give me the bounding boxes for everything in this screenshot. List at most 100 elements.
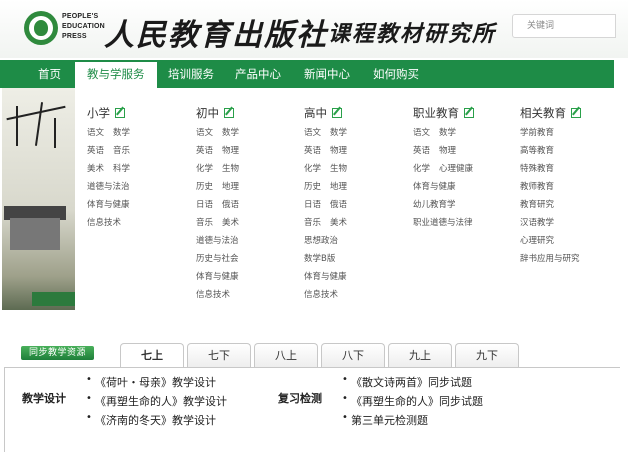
subject-link[interactable]: 日语	[304, 198, 321, 210]
subject-link[interactable]: 数学	[222, 126, 239, 138]
subject-link[interactable]: 物理	[330, 144, 347, 156]
column-title[interactable]: 相关教育	[520, 105, 581, 121]
section-label-teaching-design: 教学设计	[22, 392, 66, 405]
subject-link[interactable]: 音乐	[113, 144, 130, 156]
subject-link[interactable]: 俄语	[330, 198, 347, 210]
subject-link[interactable]: 教师教育	[520, 180, 554, 192]
subject-link[interactable]: 信息技术	[87, 216, 121, 228]
subject-link[interactable]: 美术	[87, 162, 104, 174]
resource-link[interactable]: 《散文诗两首》同步试题	[342, 374, 472, 390]
subject-link[interactable]: 生物	[330, 162, 347, 174]
column-title[interactable]: 初中	[196, 105, 234, 121]
subject-link[interactable]: 数学	[113, 126, 130, 138]
subject-link[interactable]: 心理健康	[439, 162, 473, 174]
subject-link[interactable]: 历史	[196, 180, 213, 192]
subject-link[interactable]: 数学	[439, 126, 456, 138]
subject-link[interactable]: 物理	[222, 144, 239, 156]
subject-row: 信息技术	[304, 288, 338, 300]
subject-link[interactable]: 体育与健康	[196, 270, 239, 282]
column-title[interactable]: 高中	[304, 105, 342, 121]
subject-link[interactable]: 体育与健康	[304, 270, 347, 282]
subject-link[interactable]: 地理	[222, 180, 239, 192]
tab-grade-7-first[interactable]: 七上	[120, 343, 184, 369]
nav-item-home[interactable]: 首页	[38, 60, 61, 88]
subject-link[interactable]: 语文	[87, 126, 104, 138]
resource-link[interactable]: 《再塑生命的人》教学设计	[86, 393, 227, 409]
subject-link[interactable]: 数学	[330, 126, 347, 138]
brand-name[interactable]: 人民教育出版社	[104, 10, 328, 54]
search-input[interactable]: 关键词	[512, 14, 616, 38]
subject-row: 道德与法治	[87, 180, 130, 192]
pep-logo-icon[interactable]	[24, 11, 58, 45]
tab-grade-7-second[interactable]: 七下	[187, 343, 251, 368]
subject-link[interactable]: 体育与健康	[413, 180, 456, 192]
subject-link[interactable]: 英语	[196, 144, 213, 156]
subject-link[interactable]: 美术	[222, 216, 239, 228]
nav-item-training[interactable]: 培训服务	[168, 60, 214, 88]
subject-link[interactable]: 历史与社会	[196, 252, 239, 264]
resource-link[interactable]: 《济南的冬天》教学设计	[86, 412, 216, 428]
subject-link[interactable]: 英语	[304, 144, 321, 156]
subject-link[interactable]: 化学	[413, 162, 430, 174]
subject-row: 美术 科学	[87, 162, 130, 174]
subject-link[interactable]: 科学	[113, 162, 130, 174]
subject-link[interactable]: 教育研究	[520, 198, 554, 210]
resource-link[interactable]: 《再塑生命的人》同步试题	[342, 393, 483, 409]
subject-link[interactable]: 道德与法治	[196, 234, 239, 246]
resource-link[interactable]: 第三单元检测题	[342, 412, 428, 428]
subject-row: 历史 地理	[196, 180, 239, 192]
subject-link[interactable]: 历史	[304, 180, 321, 192]
subject-link[interactable]: 心理研究	[520, 234, 554, 246]
subject-row: 数学B版	[304, 252, 335, 264]
subject-link[interactable]: 数学B版	[304, 252, 335, 264]
subject-link[interactable]: 汉语教学	[520, 216, 554, 228]
subject-link[interactable]: 幼儿教育学	[413, 198, 456, 210]
subject-link[interactable]: 辞书应用与研究	[520, 252, 580, 264]
subject-link[interactable]: 语文	[304, 126, 321, 138]
subject-link[interactable]: 信息技术	[304, 288, 338, 300]
tab-grade-8-first[interactable]: 八上	[254, 343, 318, 368]
subject-row: 音乐 美术	[196, 216, 239, 228]
subject-row: 学前教育	[520, 126, 554, 138]
subject-row: 教师教育	[520, 180, 554, 192]
subject-link[interactable]: 特殊教育	[520, 162, 554, 174]
subject-link[interactable]: 美术	[330, 216, 347, 228]
subject-link[interactable]: 音乐	[304, 216, 321, 228]
tab-grade-8-second[interactable]: 八下	[321, 343, 385, 368]
subject-link[interactable]: 道德与法治	[87, 180, 130, 192]
subject-link[interactable]: 体育与健康	[87, 198, 130, 210]
subject-link[interactable]: 英语	[413, 144, 430, 156]
column-title-label: 小学	[87, 106, 110, 120]
subject-row: 日语 俄语	[196, 198, 239, 210]
subject-link[interactable]: 俄语	[222, 198, 239, 210]
subject-link[interactable]: 职业道德与法律	[413, 216, 473, 228]
subject-row: 日语 俄语	[304, 198, 347, 210]
column-title[interactable]: 职业教育	[413, 105, 474, 121]
subject-link[interactable]: 化学	[196, 162, 213, 174]
subject-link[interactable]: 日语	[196, 198, 213, 210]
subject-link[interactable]: 音乐	[196, 216, 213, 228]
subject-link[interactable]: 地理	[330, 180, 347, 192]
subject-link[interactable]: 学前教育	[520, 126, 554, 138]
subject-row: 语文 数学	[304, 126, 347, 138]
subject-link[interactable]: 英语	[87, 144, 104, 156]
tab-grade-9-first[interactable]: 九上	[388, 343, 452, 368]
resource-link[interactable]: 《荷叶・母亲》教学设计	[86, 374, 216, 390]
subject-row: 英语 音乐	[87, 144, 130, 156]
subject-link[interactable]: 化学	[304, 162, 321, 174]
subject-row: 化学 生物	[304, 162, 347, 174]
subject-link[interactable]: 高等教育	[520, 144, 554, 156]
tab-grade-9-second[interactable]: 九下	[455, 343, 519, 368]
nav-item-teaching-service[interactable]: 教与学服务	[75, 60, 157, 88]
subject-link[interactable]: 信息技术	[196, 288, 230, 300]
subject-row: 英语 物理	[413, 144, 456, 156]
nav-item-products[interactable]: 产品中心	[235, 60, 281, 88]
subject-link[interactable]: 物理	[439, 144, 456, 156]
subject-link[interactable]: 语文	[196, 126, 213, 138]
subject-link[interactable]: 生物	[222, 162, 239, 174]
nav-item-news[interactable]: 新闻中心	[304, 60, 350, 88]
subject-link[interactable]: 思想政治	[304, 234, 338, 246]
nav-item-how-to-buy[interactable]: 如何购买	[373, 60, 419, 88]
column-title[interactable]: 小学	[87, 105, 125, 121]
subject-link[interactable]: 语文	[413, 126, 430, 138]
